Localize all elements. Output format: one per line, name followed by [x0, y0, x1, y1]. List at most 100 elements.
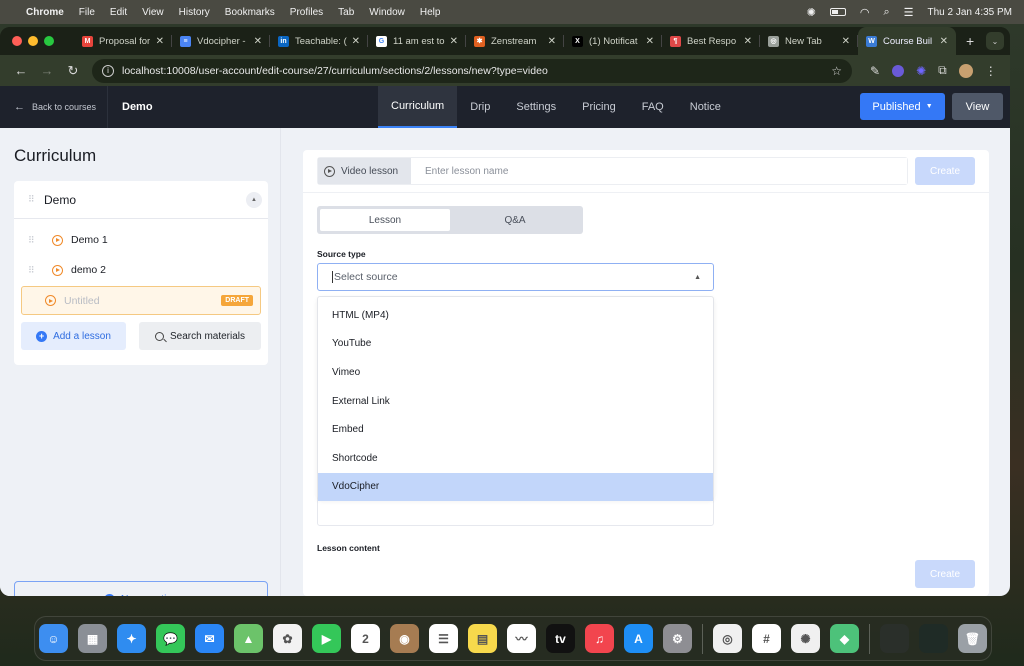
dock-trash-icon[interactable]: 🗑 — [958, 624, 987, 653]
menu-edit[interactable]: Edit — [110, 7, 127, 18]
close-tab-icon[interactable]: ✕ — [156, 36, 164, 47]
collapse-section-icon[interactable]: ▲ — [246, 191, 262, 208]
close-tab-icon[interactable]: ✕ — [744, 36, 752, 47]
battery-icon[interactable] — [829, 8, 846, 16]
dock-apple-tv-icon[interactable]: tv — [546, 624, 575, 653]
dock-freeform-icon[interactable]: 〰 — [507, 624, 536, 653]
dock-local-icon[interactable]: ◆ — [830, 624, 859, 653]
close-tab-icon[interactable]: ✕ — [450, 36, 458, 47]
browser-tab[interactable]: ¶ Best Respo ✕ — [662, 27, 760, 55]
maximize-window-button[interactable] — [44, 36, 54, 46]
wifi-icon[interactable]: ◠ — [860, 6, 870, 19]
segment-qa[interactable]: Q&A — [450, 209, 580, 231]
minimize-window-button[interactable] — [28, 36, 38, 46]
browser-tab[interactable]: X (1) Notificat ✕ — [564, 27, 662, 55]
source-option-vimeo[interactable]: Vimeo — [318, 358, 713, 387]
dock-contacts-icon[interactable]: ◉ — [390, 624, 419, 653]
source-option-shortcode[interactable]: Shortcode — [318, 444, 713, 473]
close-tab-icon[interactable]: ✕ — [940, 36, 948, 47]
menu-app-name[interactable]: Chrome — [26, 7, 64, 18]
dock-chatgpt-icon[interactable]: ✺ — [791, 624, 820, 653]
dock-chrome-icon[interactable]: ◎ — [713, 624, 742, 653]
tab-curriculum[interactable]: Curriculum — [378, 86, 458, 128]
back-arrow-icon[interactable]: ← — [8, 63, 34, 78]
dock-finder-icon[interactable]: ☺ — [39, 624, 68, 653]
dock-window-thumb-2-icon[interactable] — [919, 624, 948, 653]
source-option-youtube[interactable]: YouTube — [318, 330, 713, 359]
dock-system-settings-icon[interactable]: ⚙ — [663, 624, 692, 653]
close-tab-icon[interactable]: ✕ — [646, 36, 654, 47]
eyedropper-extension-icon[interactable]: ✎ — [870, 64, 880, 78]
lesson-item[interactable]: ⠿ demo 2 — [14, 255, 268, 285]
menu-tab[interactable]: Tab — [338, 7, 354, 18]
menu-window[interactable]: Window — [369, 7, 405, 18]
source-option-external-link[interactable]: External Link — [318, 387, 713, 416]
menu-bookmarks[interactable]: Bookmarks — [225, 7, 275, 18]
section-header[interactable]: ⠿ Demo ▲ — [14, 181, 268, 219]
browser-tab[interactable]: ◎ New Tab ✕ — [760, 27, 858, 55]
dock-launchpad-icon[interactable]: ▦ — [78, 624, 107, 653]
browser-menu-icon[interactable]: ⋮ — [985, 64, 997, 78]
tab-search-button[interactable]: ⌄ — [986, 32, 1004, 50]
menu-help[interactable]: Help — [420, 7, 441, 18]
create-button-top[interactable]: Create — [915, 157, 975, 185]
browser-tab[interactable]: W Course Buil ✕ — [858, 27, 956, 55]
published-status-dropdown[interactable]: Published ▼ — [860, 93, 945, 120]
extensions-puzzle-icon[interactable]: ⧉ — [938, 63, 947, 78]
dock-notes-icon[interactable]: ▤ — [468, 624, 497, 653]
close-tab-icon[interactable]: ✕ — [352, 36, 360, 47]
chatgpt-status-icon[interactable]: ✺ — [807, 6, 816, 19]
draft-lesson-item[interactable]: Untitled DRAFT — [21, 286, 261, 315]
tab-pricing[interactable]: Pricing — [569, 86, 629, 128]
drag-handle-icon[interactable]: ⠿ — [28, 194, 44, 205]
dock-music-icon[interactable]: ♫ — [585, 624, 614, 653]
source-option-embed[interactable]: Embed — [318, 415, 713, 444]
add-lesson-button[interactable]: + Add a lesson — [21, 322, 126, 350]
dock-slack-icon[interactable]: # — [752, 624, 781, 653]
browser-tab[interactable]: M Proposal for ✕ — [74, 27, 172, 55]
lesson-name-input[interactable] — [411, 158, 907, 184]
reload-icon[interactable]: ↻ — [60, 63, 86, 79]
close-window-button[interactable] — [12, 36, 22, 46]
tab-settings[interactable]: Settings — [503, 86, 569, 128]
spotlight-search-icon[interactable]: ⌕ — [883, 6, 889, 19]
dock-photos-icon[interactable]: ✿ — [273, 624, 302, 653]
close-tab-icon[interactable]: ✕ — [842, 36, 850, 47]
dock-maps-icon[interactable]: ▲ — [234, 624, 263, 653]
browser-tab[interactable]: ≡ Vdocipher - ✕ — [172, 27, 270, 55]
browser-tab[interactable]: ✱ Zenstream ✕ — [466, 27, 564, 55]
tab-drip[interactable]: Drip — [457, 86, 503, 128]
segment-lesson[interactable]: Lesson — [320, 209, 450, 231]
dock-facetime-icon[interactable]: ▶ — [312, 624, 341, 653]
view-course-button[interactable]: View — [952, 93, 1003, 120]
browser-tab[interactable]: G 11 am est to ✕ — [368, 27, 466, 55]
back-to-courses-link[interactable]: ← Back to courses — [0, 86, 108, 128]
drag-handle-icon[interactable]: ⠿ — [28, 265, 44, 276]
close-tab-icon[interactable]: ✕ — [254, 36, 262, 47]
dock-safari-icon[interactable]: ✦ — [117, 624, 146, 653]
menu-profiles[interactable]: Profiles — [290, 7, 323, 18]
source-option-vdocipher[interactable]: VdoCipher — [318, 472, 713, 502]
tab-faq[interactable]: FAQ — [629, 86, 677, 128]
search-materials-button[interactable]: Search materials — [139, 322, 261, 350]
forward-arrow-icon[interactable]: → — [34, 63, 60, 78]
dock-reminders-icon[interactable]: ☰ — [429, 624, 458, 653]
dock-app-store-icon[interactable]: A — [624, 624, 653, 653]
source-option-html-mp4[interactable]: HTML (MP4) — [318, 301, 713, 330]
dock-mail-icon[interactable]: ✉ — [195, 624, 224, 653]
control-center-icon[interactable]: ☰ — [904, 6, 914, 19]
menu-history[interactable]: History — [179, 7, 210, 18]
close-tab-icon[interactable]: ✕ — [548, 36, 556, 47]
menu-file[interactable]: File — [79, 7, 95, 18]
dock-messages-icon[interactable]: 💬 — [156, 624, 185, 653]
browser-tab[interactable]: in Teachable: (✕ — [270, 27, 368, 55]
source-type-select[interactable]: Select source ▲ — [317, 263, 714, 291]
new-section-button[interactable]: + New section — [14, 581, 268, 596]
create-button-bottom[interactable]: Create — [915, 560, 975, 588]
extension-purple-icon[interactable] — [892, 64, 905, 77]
menu-view[interactable]: View — [142, 7, 164, 18]
clock[interactable]: Thu 2 Jan 4:35 PM — [928, 7, 1013, 18]
dock-window-thumb-1-icon[interactable] — [880, 624, 909, 653]
lesson-item[interactable]: ⠿ Demo 1 — [14, 225, 268, 255]
new-tab-button[interactable]: + — [966, 33, 974, 49]
